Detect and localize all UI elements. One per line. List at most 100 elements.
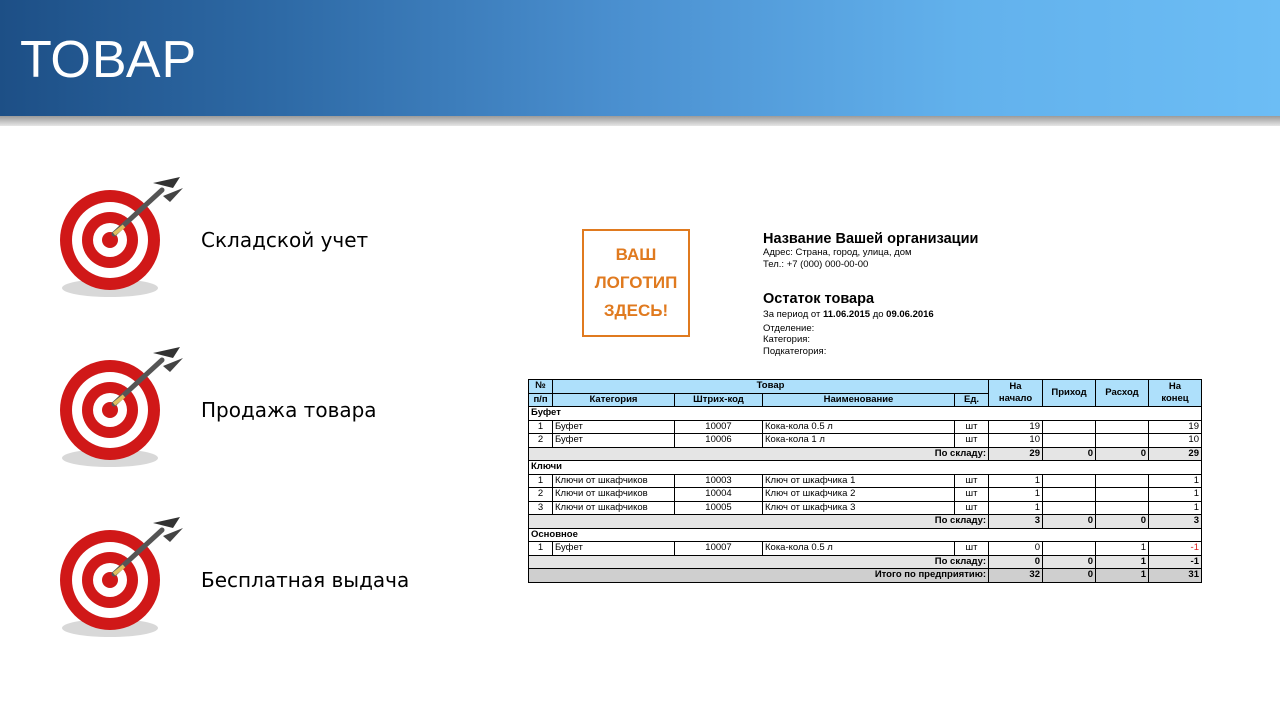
cell-num: 2 [528, 433, 553, 448]
bullet-label-free: Бесплатная выдача [201, 568, 410, 592]
subtotal-expense: 1 [1095, 554, 1149, 569]
cell-expense: 1 [1095, 541, 1149, 556]
cell-num: 2 [528, 487, 553, 502]
cell-end: 1 [1148, 487, 1202, 502]
cell-expense [1095, 419, 1149, 434]
total-end: 31 [1148, 568, 1202, 583]
subtotal-income: 0 [1042, 446, 1096, 461]
cell-name: Ключ от шкафчика 3 [762, 500, 955, 515]
cell-unit: шт [954, 473, 989, 488]
cell-income [1042, 473, 1096, 488]
cell-start: 1 [988, 500, 1043, 515]
logo-placeholder: ВАШ ЛОГОТИП ЗДЕСЬ! [582, 229, 690, 337]
table-row: 3 Ключи от шкафчиков 10005 Ключ от шкафч… [528, 500, 1202, 515]
table-row: 2 Ключи от шкафчиков 10004 Ключ от шкафч… [528, 487, 1202, 502]
table-row: 1 Буфет 10007 Кока-кола 0.5 л шт 0 1 -1 [528, 541, 1202, 556]
report-department: Отделение: [763, 322, 815, 334]
cell-income [1042, 500, 1096, 515]
organization-phone: Тел.: +7 (000) 000-00-00 [763, 258, 869, 270]
col-header-start: На начало [988, 379, 1043, 407]
subtotal-label: По складу: [528, 446, 989, 461]
organization-address: Адрес: Страна, город, улица, дом [763, 247, 912, 258]
cell-num: 3 [528, 500, 553, 515]
col-header-unit: Ед. [954, 392, 989, 407]
end-bottom: конец [1161, 393, 1189, 404]
cell-start: 1 [988, 473, 1043, 488]
col-header-income: Приход [1042, 379, 1096, 407]
cell-category: Буфет [552, 433, 675, 448]
cell-unit: шт [954, 433, 989, 448]
cell-barcode: 10006 [674, 433, 763, 448]
subtotal-row: По складу: 3 0 0 3 [528, 514, 1202, 529]
subtotal-row: По складу: 0 0 1 -1 [528, 554, 1202, 569]
cell-barcode: 10005 [674, 500, 763, 515]
group-title: Основное [528, 527, 1202, 542]
total-expense: 1 [1095, 568, 1149, 583]
cell-end: 19 [1148, 419, 1202, 434]
cell-num: 1 [528, 541, 553, 556]
col-header-end: На конец [1148, 379, 1202, 407]
cell-name: Ключ от шкафчика 2 [762, 487, 955, 502]
report-header: Остаток товара За период от 11.06.2015 д… [763, 291, 934, 357]
col-header-product: Товар [552, 379, 989, 394]
total-label: Итого по предприятию: [528, 568, 989, 583]
total-row: Итого по предприятию: 32 0 1 31 [528, 568, 1202, 583]
cell-start: 10 [988, 433, 1043, 448]
total-start: 32 [988, 568, 1043, 583]
cell-end: 1 [1148, 500, 1202, 515]
subtotal-end: -1 [1148, 554, 1202, 569]
period-from: 11.06.2015 [823, 309, 871, 320]
period-prefix: За период от [763, 309, 821, 320]
report-period: За период от 11.06.2015 до 09.06.2016 [763, 309, 934, 321]
period-to: 09.06.2016 [886, 309, 934, 320]
logo-line: ЗДЕСЬ! [603, 301, 669, 320]
cell-name: Кока-кола 0.5 л [762, 419, 955, 434]
cell-category: Ключи от шкафчиков [552, 500, 675, 515]
cell-category: Ключи от шкафчиков [552, 487, 675, 502]
cell-income [1042, 541, 1096, 556]
cell-end: -1 [1148, 541, 1202, 556]
report-title: Остаток товара [763, 291, 875, 307]
col-header-name: Наименование [762, 392, 955, 407]
logo-line: ЛОГОТИП [594, 273, 678, 292]
subtotal-end: 29 [1148, 446, 1202, 461]
cell-start: 19 [988, 419, 1043, 434]
cell-expense [1095, 500, 1149, 515]
subtotal-label: По складу: [528, 554, 989, 569]
cell-unit: шт [954, 419, 989, 434]
subtotal-income: 0 [1042, 514, 1096, 529]
cell-expense [1095, 433, 1149, 448]
bullet-label-sales: Продажа товара [201, 398, 377, 422]
col-header-num-top: № [528, 379, 553, 394]
col-header-barcode: Штрих-код [674, 392, 763, 407]
subtotal-start: 3 [988, 514, 1043, 529]
cell-category: Буфет [552, 419, 675, 434]
cell-barcode: 10007 [674, 541, 763, 556]
cell-income [1042, 487, 1096, 502]
cell-income [1042, 419, 1096, 434]
subtotal-row: По складу: 29 0 0 29 [528, 446, 1202, 461]
stock-report-table: № Товар На начало Приход Расход На конец… [528, 379, 1202, 583]
cell-barcode: 10007 [674, 419, 763, 434]
subtotal-start: 0 [988, 554, 1043, 569]
start-top: На [1009, 381, 1022, 392]
bullet-label-warehouse: Складской учет [201, 228, 369, 252]
cell-num: 1 [528, 473, 553, 488]
logo-line: ВАШ [615, 245, 657, 264]
start-bottom: начало [998, 393, 1033, 404]
target-icon [50, 338, 190, 478]
total-income: 0 [1042, 568, 1096, 583]
table-row: 1 Ключи от шкафчиков 10003 Ключ от шкафч… [528, 473, 1202, 488]
table-row: 1 Буфет 10007 Кока-кола 0.5 л шт 19 19 [528, 419, 1202, 434]
subtotal-end: 3 [1148, 514, 1202, 529]
cell-expense [1095, 487, 1149, 502]
cell-barcode: 10003 [674, 473, 763, 488]
subtotal-expense: 0 [1095, 446, 1149, 461]
cell-category: Ключи от шкафчиков [552, 473, 675, 488]
col-header-expense: Расход [1095, 379, 1149, 407]
report-subcategory: Подкатегория: [763, 345, 827, 357]
cell-start: 1 [988, 487, 1043, 502]
organization-info: Название Вашей организации Адрес: Страна… [763, 231, 978, 270]
report-category: Категория: [763, 334, 811, 345]
group-title: Буфет [528, 406, 1202, 421]
